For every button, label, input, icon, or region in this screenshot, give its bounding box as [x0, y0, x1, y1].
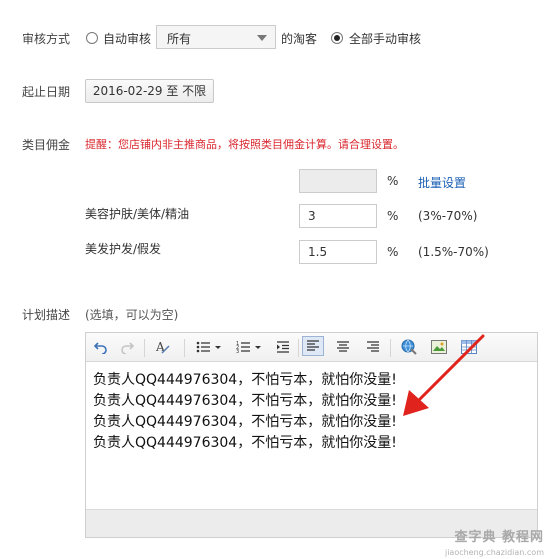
commission-label: 类目佣金 [22, 138, 71, 152]
plan-label: 计划描述 [22, 308, 71, 322]
audit-scope-select[interactable]: 所有 [156, 25, 276, 49]
numbered-list-icon[interactable]: 123 [234, 333, 264, 361]
audit-label: 审核方式 [22, 32, 71, 46]
align-right-icon[interactable] [362, 333, 384, 361]
plan-hint: (选填，可以为空) [85, 308, 179, 322]
commission-row-name: 美发护发/假发 [85, 242, 162, 256]
editor-line: 负责人QQ444976304，不怕亏本，就怕你没量! [93, 414, 397, 430]
toolbar-separator [390, 339, 391, 357]
toolbar-separator [184, 339, 185, 357]
batch-setting-link[interactable]: 批量设置 [418, 174, 466, 191]
commission-row-percent: % [387, 245, 399, 259]
commission-row-name: 美容护肤/美体/精油 [85, 207, 190, 221]
chevron-down-icon [257, 35, 267, 41]
toolbar-separator [298, 339, 299, 357]
radio-auto-audit[interactable] [86, 32, 98, 44]
watermark-text: 查字典 教程网 [454, 530, 544, 545]
date-label: 起止日期 [22, 85, 71, 99]
toolbar-separator [144, 339, 145, 357]
commission-row-percent: % [387, 209, 399, 223]
audit-scope-select-value: 所有 [167, 32, 192, 46]
watermark-url: jiaocheng.chazidian.com [444, 548, 544, 557]
align-center-icon[interactable] [332, 333, 354, 361]
editor-line: 负责人QQ444976304，不怕亏本，就怕你没量! [93, 372, 397, 388]
annotation-arrow-icon [403, 334, 485, 416]
editor-line: 负责人QQ444976304，不怕亏本，就怕你没量! [93, 435, 397, 451]
bullet-list-icon[interactable] [194, 333, 224, 361]
radio-manual-audit[interactable] [331, 32, 343, 44]
undo-icon[interactable] [90, 333, 112, 361]
indent-icon[interactable] [272, 333, 294, 361]
commission-row-input[interactable]: 1.5 [299, 240, 377, 264]
radio-auto-audit-label: 自动审核 [103, 32, 152, 46]
commission-row-range: (3%-70%) [418, 209, 478, 223]
align-left-icon[interactable] [302, 336, 324, 356]
svg-text:3: 3 [236, 349, 239, 354]
editor-content[interactable]: 负责人QQ444976304，不怕亏本，就怕你没量! 负责人QQ44497630… [93, 370, 397, 454]
commission-row-range: (1.5%-70%) [418, 245, 489, 259]
batch-percent-sign: % [387, 174, 399, 188]
radio-checked-icon [331, 32, 343, 44]
radio-manual-audit-label: 全部手动审核 [349, 32, 422, 46]
editor-line: 负责人QQ444976304，不怕亏本，就怕你没量! [93, 393, 397, 409]
batch-commission-input[interactable] [299, 169, 377, 193]
commission-row-input[interactable]: 3 [299, 204, 377, 228]
clear-format-icon[interactable]: A [152, 333, 174, 361]
redo-icon[interactable] [116, 333, 138, 361]
radio-unchecked-icon [86, 32, 98, 44]
audit-suffix: 的淘客 [281, 32, 318, 46]
commission-notice: 提醒：您店铺内非主推商品，将按照类目佣金计算。请合理设置。 [85, 138, 404, 151]
date-range-button[interactable]: 2016-02-29 至 不限 [85, 79, 214, 103]
